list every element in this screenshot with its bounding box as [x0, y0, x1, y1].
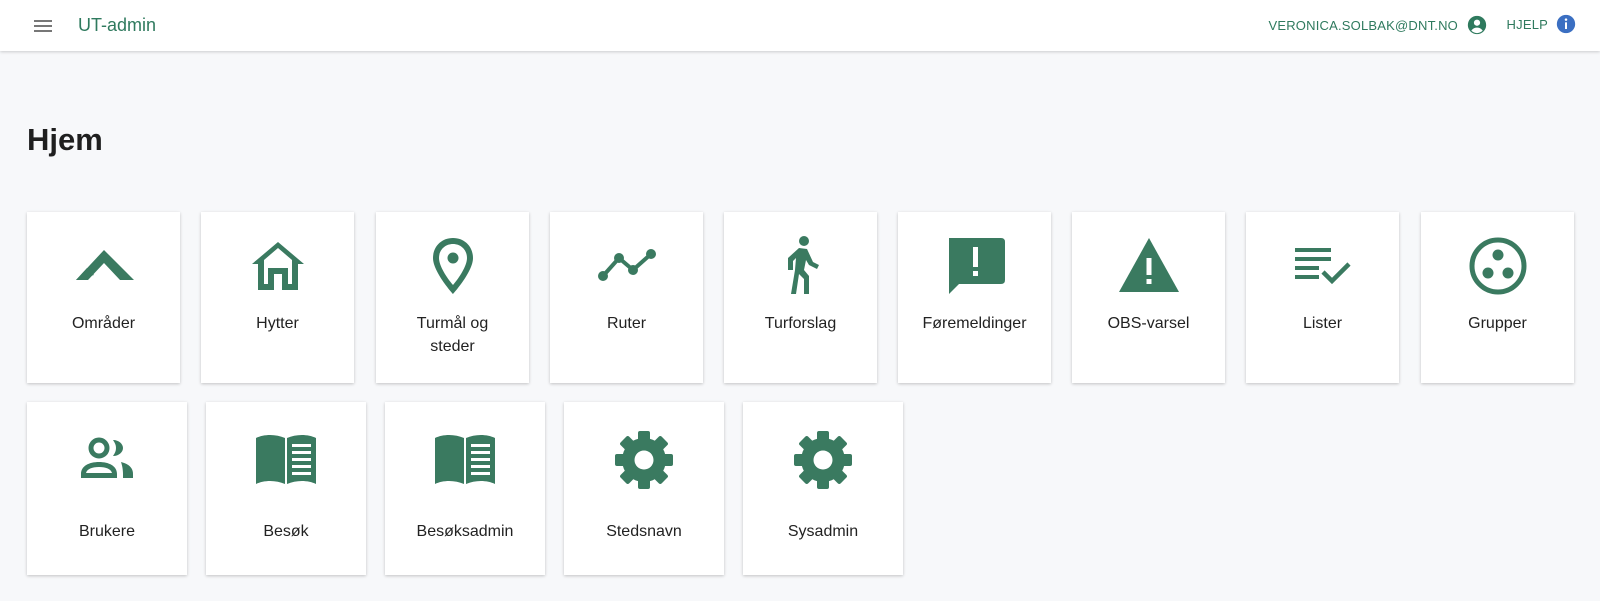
tile-besoksadmin[interactable]: Besøksadmin [385, 402, 545, 575]
tile-label: Turforslag [764, 315, 837, 332]
tile-grupper[interactable]: Grupper [1421, 212, 1574, 383]
tile-label: OBS-varsel [1107, 315, 1190, 332]
tile-obs-varsel[interactable]: OBS-varsel [1072, 212, 1225, 383]
tile-sysadmin[interactable]: Sysadmin [743, 402, 903, 575]
page-title: Hjem [27, 122, 103, 157]
top-bar: UT-admin VERONICA.SOLBAK@DNT.NO HJELP [0, 0, 1600, 51]
book-icon [435, 435, 495, 484]
hamburger-menu-icon [34, 20, 52, 32]
info-icon [1556, 14, 1576, 34]
help-button[interactable]: HJELP [1507, 14, 1576, 34]
gear-icon [615, 431, 673, 489]
tile-hytter[interactable]: Hytter [201, 212, 354, 383]
hiker-icon [787, 236, 819, 294]
tile-label: Brukere [78, 523, 136, 540]
tile-besok[interactable]: Besøk [206, 402, 366, 575]
tile-stedsnavn[interactable]: Stedsnavn [564, 402, 724, 575]
tile-label: Sysadmin [787, 523, 859, 540]
route-icon [597, 249, 656, 281]
tile-label: Lister [1302, 315, 1343, 332]
tile-turforslag[interactable]: Turforslag [724, 212, 877, 383]
tile-label: Besøk [263, 523, 309, 540]
playlist-check-icon [1294, 248, 1351, 285]
house-icon [251, 242, 304, 290]
tile-label: Føremeldinger [922, 315, 1027, 332]
help-label: HJELP [1506, 16, 1548, 32]
tile-label: Ruter [606, 315, 647, 332]
user-account-button[interactable]: VERONICA.SOLBAK@DNT.NO [1268, 14, 1488, 36]
tile-turmal-og-steder[interactable]: Turmål og steder [376, 212, 529, 383]
workspaces-icon [1469, 237, 1526, 295]
location-pin-icon [432, 238, 473, 294]
account-circle-icon [1467, 15, 1487, 35]
tile-brukere[interactable]: Brukere [27, 402, 187, 575]
users-icon [81, 437, 133, 478]
user-email: VERONICA.SOLBAK@DNT.NO [1268, 17, 1458, 33]
tile-label: Besøksadmin [416, 523, 514, 540]
warning-icon [1118, 238, 1179, 292]
app-title[interactable]: UT-admin [78, 15, 156, 36]
gear-icon [794, 431, 852, 489]
menu-button[interactable] [30, 13, 56, 39]
feedback-icon [948, 238, 1005, 294]
tile-label: Hytter [256, 315, 299, 332]
tile-ruter[interactable]: Ruter [550, 212, 703, 383]
tile-omrader[interactable]: Områder [27, 212, 180, 383]
tile-label: Områder [71, 315, 136, 332]
tile-label: Grupper [1468, 315, 1527, 332]
book-icon [256, 435, 316, 484]
tile-foremeldinger[interactable]: Føremeldinger [898, 212, 1051, 383]
tile-lister[interactable]: Lister [1246, 212, 1399, 383]
terrain-icon [75, 250, 134, 280]
tile-label: Stedsnavn [606, 523, 682, 540]
tile-label: Turmål og steder [416, 315, 489, 355]
